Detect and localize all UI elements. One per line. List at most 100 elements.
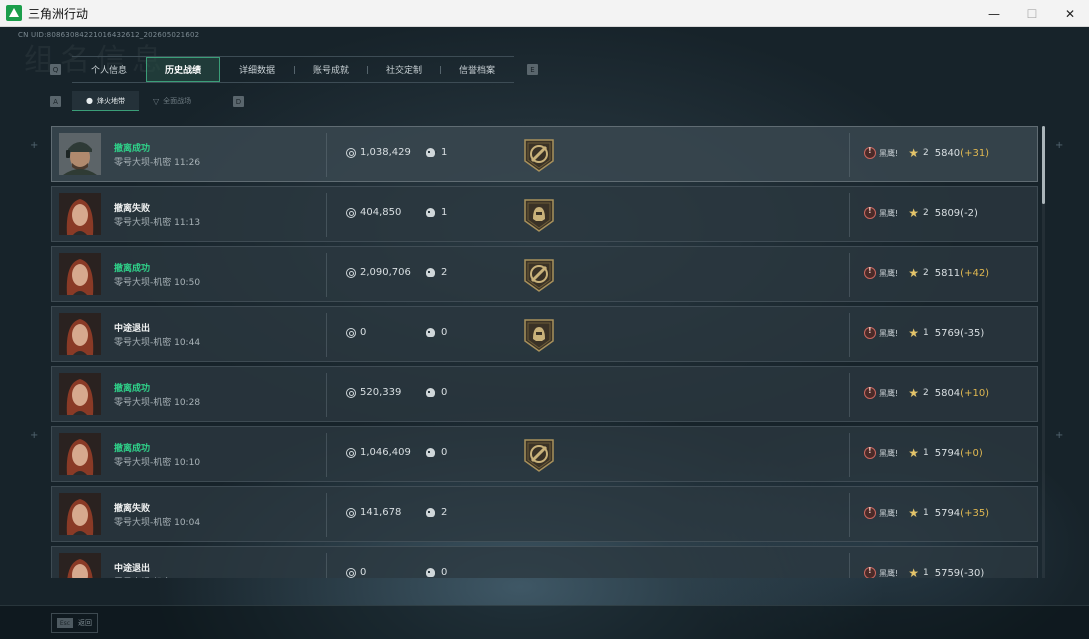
rank-delta: (+31) xyxy=(960,147,990,159)
skull-icon xyxy=(426,208,437,217)
rank-level: 1 xyxy=(922,448,929,458)
skull-icon xyxy=(426,268,437,277)
rank-score: 5809 xyxy=(934,207,961,219)
operator-name: 黑鹰! xyxy=(879,148,899,158)
money-value: 2,090,706 xyxy=(360,267,411,278)
main-tabs: 个人信息 历史战绩 详细数据 账号成就 社交定制 信誉档案 xyxy=(72,56,514,83)
money-value: 0 xyxy=(360,327,367,338)
medal-diagonal-icon xyxy=(522,437,556,473)
column-divider xyxy=(849,253,850,297)
star-icon: ★ xyxy=(908,326,919,340)
close-button[interactable]: ✕ xyxy=(1051,0,1089,27)
match-result: 撤离成功 xyxy=(114,264,151,274)
match-result: 撤离成功 xyxy=(114,444,151,454)
prev-subtab-key[interactable]: A xyxy=(50,96,61,107)
match-row[interactable]: 中途退出 零号大坝-机密 09:53 0 0 黑鹰! ★ 1 5759 (-30… xyxy=(51,546,1038,578)
tab-social-custom[interactable]: 社交定制 xyxy=(368,57,440,82)
match-row[interactable]: 撤离成功 零号大坝-机密 10:10 1,046,409 0 黑鹰! ★ 1 5… xyxy=(51,426,1038,482)
money-value: 1,046,409 xyxy=(360,447,411,458)
back-button[interactable]: Esc 返回 xyxy=(51,613,98,633)
operator-name: 黑鹰! xyxy=(879,268,899,278)
next-subtab-key[interactable]: D xyxy=(233,96,244,107)
match-row[interactable]: 撤离成功 零号大坝-机密 10:28 520,339 0 黑鹰! ★ 2 580… xyxy=(51,366,1038,422)
money-value: 404,850 xyxy=(360,207,402,218)
rank-info: 黑鹰! ★ 1 5794 (+0) xyxy=(864,446,983,460)
kills-stat: 0 xyxy=(426,387,447,398)
subtab-full-battlefield[interactable]: ▽ 全面战场 xyxy=(139,91,205,111)
subtab-hazard-zone[interactable]: ● 烽火地带 xyxy=(72,91,139,111)
column-divider xyxy=(849,313,850,357)
match-row[interactable]: 撤离成功 零号大坝-机密 11:26 1,038,429 1 黑鹰! ★ 2 5… xyxy=(51,126,1038,182)
tab-achievements[interactable]: 账号成就 xyxy=(295,57,367,82)
column-divider xyxy=(326,433,327,477)
match-row[interactable]: 撤离失败 零号大坝-机密 11:13 404,850 1 黑鹰! ★ 2 580… xyxy=(51,186,1038,242)
column-divider xyxy=(326,133,327,177)
minimize-button[interactable]: — xyxy=(975,0,1013,27)
match-row[interactable]: 中途退出 零号大坝-机密 10:44 0 0 黑鹰! ★ 1 5769 (-35… xyxy=(51,306,1038,362)
game-stage: 组名信息 CN UID:80863084221016432612_2026050… xyxy=(0,27,1089,639)
operator-name: 黑鹰! xyxy=(879,568,899,578)
uid-label: CN UID:80863084221016432612_202605021602 xyxy=(18,31,200,39)
rank-score: 5811 xyxy=(934,267,961,279)
rank-level: 1 xyxy=(922,328,929,338)
money-value: 141,678 xyxy=(360,507,402,518)
kills-stat: 0 xyxy=(426,447,447,458)
map-and-time: 零号大坝-机密 10:04 xyxy=(114,518,201,528)
user-icon: ● xyxy=(86,96,93,105)
kills-stat: 2 xyxy=(426,267,447,278)
tab-personal-info[interactable]: 个人信息 xyxy=(72,57,146,82)
coin-icon xyxy=(346,507,356,518)
star-icon: ★ xyxy=(908,386,919,400)
match-result: 撤离失败 xyxy=(114,504,151,514)
coin-icon xyxy=(346,387,356,398)
money-stat: 141,678 xyxy=(346,507,401,518)
match-row[interactable]: 撤离成功 零号大坝-机密 10:50 2,090,706 2 黑鹰! ★ 2 5… xyxy=(51,246,1038,302)
subtab-label: 烽火地带 xyxy=(96,96,125,105)
match-result: 撤离成功 xyxy=(114,384,151,394)
next-tab-key[interactable]: E xyxy=(527,64,538,75)
column-divider xyxy=(326,313,327,357)
kills-stat: 0 xyxy=(426,567,447,578)
money-stat: 1,038,429 xyxy=(346,147,411,158)
rank-level: 2 xyxy=(922,148,929,158)
map-and-time: 零号大坝-机密 10:50 xyxy=(114,278,201,288)
skull-icon xyxy=(426,328,437,337)
rank-info: 黑鹰! ★ 1 5769 (-35) xyxy=(864,326,984,340)
maximize-button[interactable]: ☐ xyxy=(1013,0,1051,27)
map-and-time: 零号大坝-机密 10:10 xyxy=(114,458,201,468)
tab-match-history[interactable]: 历史战绩 xyxy=(146,57,220,82)
prev-tab-key[interactable]: Q xyxy=(50,64,61,75)
subtab-label: 全面战场 xyxy=(163,97,192,105)
column-divider xyxy=(326,193,327,237)
rank-delta: (+35) xyxy=(960,507,990,519)
rank-info: 黑鹰! ★ 1 5759 (-30) xyxy=(864,566,984,578)
operator-class-icon xyxy=(864,146,876,159)
rank-score: 5794 xyxy=(934,447,961,459)
triangle-icon: ▽ xyxy=(152,96,160,106)
window-titlebar: 三角洲行动 — ☐ ✕ xyxy=(0,0,1089,27)
medal-helmet-icon xyxy=(522,317,556,353)
operator-class-icon xyxy=(864,446,876,459)
tab-detailed-data[interactable]: 详细数据 xyxy=(220,57,294,82)
column-divider xyxy=(849,553,850,578)
list-scrollbar[interactable] xyxy=(1042,126,1045,578)
rank-level: 2 xyxy=(922,268,929,278)
operator-name: 黑鹰! xyxy=(879,208,899,218)
app-logo-icon xyxy=(6,5,22,21)
rank-level: 2 xyxy=(922,208,929,218)
star-icon: ★ xyxy=(908,446,919,460)
operator-avatar xyxy=(59,433,101,475)
column-divider xyxy=(849,433,850,477)
bottom-bar: Esc 返回 xyxy=(0,605,1089,639)
column-divider xyxy=(849,493,850,537)
match-row[interactable]: 撤离失败 零号大坝-机密 10:04 141,678 2 黑鹰! ★ 1 579… xyxy=(51,486,1038,542)
rank-info: 黑鹰! ★ 1 5794 (+35) xyxy=(864,506,989,520)
operator-avatar xyxy=(59,313,101,355)
tab-reputation[interactable]: 信誉档案 xyxy=(441,57,513,82)
money-stat: 0 xyxy=(346,327,366,338)
kills-stat: 0 xyxy=(426,327,447,338)
rank-info: 黑鹰! ★ 2 5840 (+31) xyxy=(864,146,989,160)
back-label: 返回 xyxy=(78,619,92,627)
kills-value: 0 xyxy=(441,447,448,458)
scrollbar-thumb[interactable] xyxy=(1042,126,1045,204)
